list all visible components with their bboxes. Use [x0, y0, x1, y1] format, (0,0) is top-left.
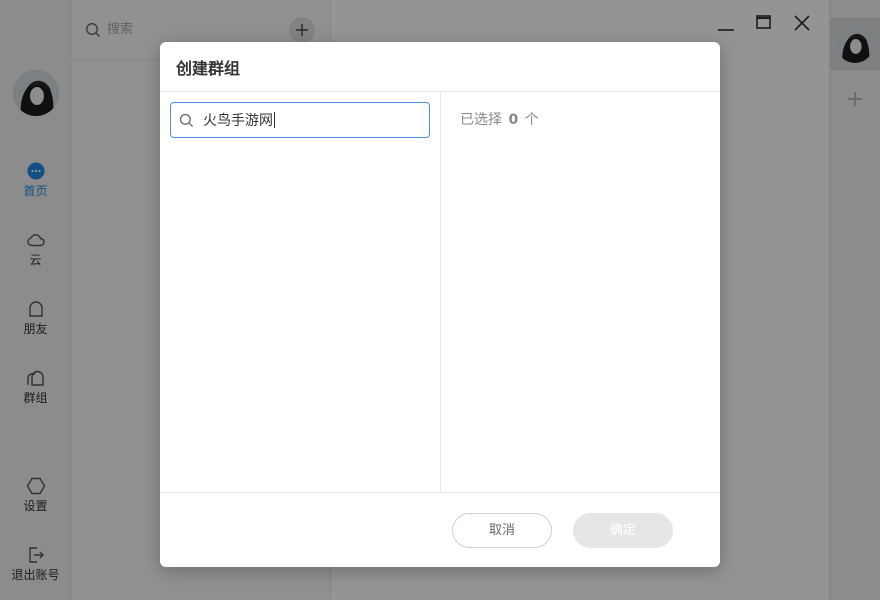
search-icon [179, 113, 194, 128]
create-group-dialog: 创建群组 火鸟手游网 已选择 0 个 取消 确定 [160, 42, 720, 567]
dialog-title: 创建群组 [176, 59, 241, 78]
search-input-value: 火鸟手游网 [203, 113, 273, 129]
selected-count: 0 [508, 112, 519, 128]
selected-suffix: 个 [524, 112, 539, 128]
divider [160, 492, 720, 493]
confirm-button[interactable]: 确定 [573, 513, 673, 548]
cancel-button[interactable]: 取消 [452, 513, 552, 548]
text-caret [274, 112, 275, 128]
selected-prefix: 已选择 [460, 112, 502, 128]
selected-count-label: 已选择 0 个 [460, 111, 539, 129]
column-divider [440, 92, 441, 492]
member-search-input[interactable]: 火鸟手游网 [170, 102, 430, 138]
